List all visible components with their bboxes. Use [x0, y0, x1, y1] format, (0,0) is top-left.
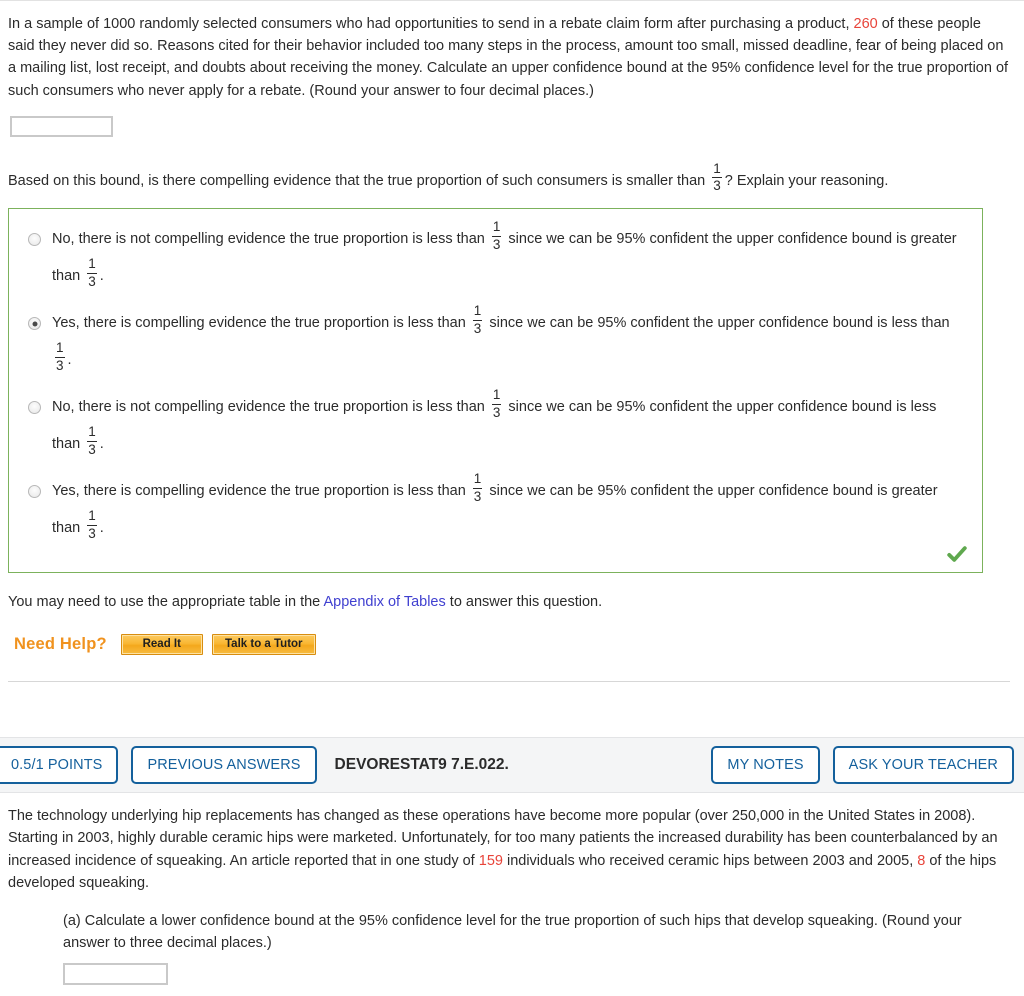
choice-2-segment-1: Yes, there is compelling evidence the tr… — [52, 315, 470, 332]
part-a-label: (a) Calculate a lower confidence bound a… — [63, 912, 962, 951]
fraction-numerator: 1 — [88, 508, 96, 524]
answer-input-upper-bound[interactable] — [10, 115, 113, 137]
choice-2-fraction-1: 13 — [472, 304, 484, 335]
choice-4-fraction-1: 13 — [472, 472, 484, 503]
appendix-note: You may need to use the appropriate tabl… — [8, 592, 1010, 612]
read-it-button[interactable]: Read It — [120, 634, 203, 656]
exercise-id-label: DEVORESTAT9 7.E.022. — [334, 756, 509, 774]
choice-label-2: Yes, there is compelling evidence the tr… — [52, 304, 972, 379]
fraction-denominator: 3 — [88, 273, 96, 289]
fraction-denominator: 3 — [88, 525, 96, 541]
need-help-row: Need Help? Read It Talk to a Tutor — [14, 634, 1010, 656]
choice-4-fraction-2: 13 — [86, 509, 98, 540]
section-divider — [8, 681, 1010, 683]
need-help-label: Need Help? — [14, 635, 107, 654]
choice-1-segment-1: No, there is not compelling evidence the… — [52, 231, 489, 248]
choice-1-fraction-2: 13 — [86, 257, 98, 288]
sub-question-text-part-1: Based on this bound, is there compelling… — [8, 172, 710, 189]
question-2-container: The technology underlying hip replacemen… — [0, 805, 1024, 985]
talk-to-a-tutor-button[interactable]: Talk to a Tutor — [211, 634, 316, 656]
q2-prompt-part-2: individuals who received ceramic hips be… — [502, 852, 918, 869]
question-2-part-a: (a) Calculate a lower confidence bound a… — [63, 910, 1010, 985]
choice-label-1: No, there is not compelling evidence the… — [52, 220, 972, 295]
choice-1-segment-3: . — [99, 268, 104, 285]
toolbar-right-group: MY NOTES ASK YOUR TEACHER — [698, 746, 1014, 785]
choice-option-1[interactable]: No, there is not compelling evidence the… — [19, 220, 972, 295]
fraction-denominator: 3 — [56, 357, 64, 373]
choice-option-2[interactable]: Yes, there is compelling evidence the tr… — [19, 304, 972, 379]
question-2-toolbar: 0.5/1 POINTS PREVIOUS ANSWERS DEVORESTAT… — [0, 737, 1024, 794]
highlight-value-260: 260 — [853, 16, 878, 32]
fraction-numerator: 1 — [713, 161, 721, 177]
fraction-numerator: 1 — [473, 303, 482, 319]
ask-your-teacher-button[interactable]: ASK YOUR TEACHER — [832, 746, 1014, 785]
fraction-denominator: 3 — [473, 320, 482, 336]
prompt-text-part-1: In a sample of 1000 randomly selected co… — [8, 16, 854, 32]
sub-question-text-part-2: ? Explain your reasoning. — [724, 172, 889, 189]
my-notes-button[interactable]: MY NOTES — [711, 746, 820, 785]
choice-3-fraction-1: 13 — [491, 388, 503, 419]
appendix-of-tables-link[interactable]: Appendix of Tables — [323, 594, 445, 610]
choice-3-segment-1: No, there is not compelling evidence the… — [52, 399, 489, 416]
appendix-note-part-1: You may need to use the appropriate tabl… — [8, 594, 324, 611]
question-1-container: In a sample of 1000 randomly selected co… — [0, 13, 1024, 683]
radio-button-3[interactable] — [28, 401, 41, 415]
part-a-answer-input[interactable] — [63, 962, 168, 985]
choice-option-4[interactable]: Yes, there is compelling evidence the tr… — [19, 472, 972, 547]
fraction-denominator: 3 — [492, 404, 501, 420]
choice-4-segment-1: Yes, there is compelling evidence the tr… — [52, 483, 470, 500]
fraction-numerator: 1 — [88, 256, 96, 272]
fraction-denominator: 3 — [88, 441, 96, 457]
appendix-note-part-2: to answer this question. — [445, 594, 603, 611]
choice-label-4: Yes, there is compelling evidence the tr… — [52, 472, 972, 547]
question-1-prompt: In a sample of 1000 randomly selected co… — [8, 13, 1010, 102]
choice-1-fraction-1: 13 — [491, 220, 503, 251]
choice-4-segment-3: . — [99, 520, 104, 537]
multiple-choice-group: No, there is not compelling evidence the… — [8, 208, 983, 574]
radio-button-1[interactable] — [28, 233, 41, 247]
choice-2-fraction-2: 13 — [54, 341, 66, 372]
choice-option-3[interactable]: No, there is not compelling evidence the… — [19, 388, 972, 463]
fraction-numerator: 1 — [492, 387, 501, 403]
question-2-prompt: The technology underlying hip replacemen… — [8, 805, 1010, 894]
fraction-numerator: 1 — [492, 219, 501, 235]
highlight-value-159: 159 — [478, 852, 503, 869]
fraction-denominator: 3 — [473, 488, 482, 504]
fraction-one-third: 13 — [711, 162, 723, 193]
choice-3-segment-3: . — [99, 436, 104, 453]
choice-label-3: No, there is not compelling evidence the… — [52, 388, 972, 463]
choice-2-segment-3: . — [67, 352, 72, 369]
previous-answers-button[interactable]: PREVIOUS ANSWERS — [131, 746, 317, 785]
choice-2-segment-2: since we can be 95% confident the upper … — [485, 315, 950, 332]
radio-button-4[interactable] — [28, 485, 41, 499]
checkmark-icon — [947, 546, 967, 562]
radio-button-2[interactable] — [28, 317, 41, 331]
points-button[interactable]: 0.5/1 POINTS — [0, 746, 119, 785]
fraction-numerator: 1 — [56, 340, 64, 356]
fraction-numerator: 1 — [88, 424, 96, 440]
top-divider — [0, 0, 1024, 1]
fraction-denominator: 3 — [492, 236, 501, 252]
sub-question-prompt: Based on this bound, is there compelling… — [8, 162, 1010, 195]
fraction-denominator: 3 — [713, 178, 721, 194]
fraction-numerator: 1 — [473, 471, 482, 487]
choice-3-fraction-2: 13 — [86, 425, 98, 456]
